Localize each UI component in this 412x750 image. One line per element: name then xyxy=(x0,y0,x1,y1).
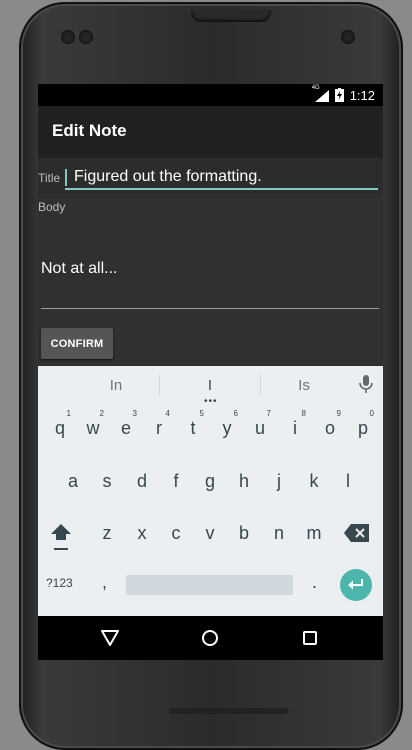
body-label: Body xyxy=(38,200,66,214)
key-u[interactable]: 7u xyxy=(245,408,275,448)
backspace-icon[interactable] xyxy=(344,522,370,544)
status-time: 1:12 xyxy=(349,87,375,103)
front-sensor xyxy=(79,30,93,44)
key-m[interactable]: m xyxy=(299,513,329,553)
mic-icon[interactable] xyxy=(356,374,376,396)
nav-bar xyxy=(38,616,383,660)
key-e[interactable]: 3e xyxy=(111,408,141,448)
key-hint: 3 xyxy=(132,409,137,418)
back-icon[interactable] xyxy=(100,628,120,648)
more-suggestions-icon: ••• xyxy=(204,396,218,407)
title-row: Title Figured out the formatting. xyxy=(38,158,383,194)
key-i[interactable]: 8i xyxy=(280,408,310,448)
status-bar: 4G 1:12 xyxy=(38,84,383,106)
body-value: Not at all... xyxy=(41,260,118,277)
key-a[interactable]: a xyxy=(58,461,88,501)
key-hint: 4 xyxy=(165,409,170,418)
enter-icon xyxy=(348,579,363,590)
key-hint: 9 xyxy=(336,409,341,418)
shift-icon[interactable] xyxy=(48,518,74,554)
edit-note-form: Title Figured out the formatting. Body N… xyxy=(38,158,383,366)
key-c[interactable]: c xyxy=(161,513,191,553)
key-s[interactable]: s xyxy=(92,461,122,501)
suggestion-item[interactable]: In xyxy=(66,366,166,404)
key-hint: 8 xyxy=(301,409,306,418)
front-camera xyxy=(341,30,355,44)
key-hint: 7 xyxy=(266,409,271,418)
key-y[interactable]: 6y xyxy=(212,408,242,448)
suggestion-item[interactable]: Is xyxy=(254,366,354,404)
key-l[interactable]: l xyxy=(333,461,363,501)
app-title: Edit Note xyxy=(52,121,127,140)
top-speaker xyxy=(191,10,271,22)
space-key[interactable] xyxy=(126,575,293,595)
key-d[interactable]: d xyxy=(127,461,157,501)
bottom-speaker xyxy=(169,708,289,714)
key-p[interactable]: 0p xyxy=(348,408,378,448)
key-hint: 6 xyxy=(233,409,238,418)
key-hint: 2 xyxy=(99,409,104,418)
key-w[interactable]: 2w xyxy=(78,408,108,448)
key-j[interactable]: j xyxy=(264,461,294,501)
suggestion-strip: In I ••• Is xyxy=(38,366,383,407)
key-hint: 5 xyxy=(199,409,204,418)
title-label: Title xyxy=(38,171,61,185)
text-cursor xyxy=(65,169,67,186)
key-o[interactable]: 9o xyxy=(315,408,345,448)
key-f[interactable]: f xyxy=(161,461,191,501)
key-b[interactable]: b xyxy=(229,513,259,553)
period-key[interactable]: . xyxy=(312,572,317,593)
comma-key[interactable]: , xyxy=(102,572,107,593)
confirm-button[interactable]: CONFIRM xyxy=(41,328,113,359)
key-r[interactable]: 4r xyxy=(144,408,174,448)
app-bar: Edit Note xyxy=(38,106,383,158)
battery-icon xyxy=(334,88,344,102)
front-sensor xyxy=(61,30,75,44)
enter-key[interactable] xyxy=(340,569,372,601)
key-h[interactable]: h xyxy=(229,461,259,501)
key-g[interactable]: g xyxy=(195,461,225,501)
key-n[interactable]: n xyxy=(264,513,294,553)
key-z[interactable]: z xyxy=(92,513,122,553)
recents-icon[interactable] xyxy=(302,630,318,646)
title-input[interactable]: Figured out the formatting. xyxy=(65,164,378,190)
key-q[interactable]: 1q xyxy=(45,408,75,448)
key-hint: 1 xyxy=(66,409,71,418)
screen: 4G 1:12 Edit Note Title Figured out the … xyxy=(38,84,383,660)
key-k[interactable]: k xyxy=(299,461,329,501)
home-icon[interactable] xyxy=(201,629,219,647)
key-hint: 0 xyxy=(369,409,374,418)
key-x[interactable]: x xyxy=(127,513,157,553)
body-input[interactable]: Not at all... xyxy=(41,248,379,309)
key-t[interactable]: 5t xyxy=(178,408,208,448)
network-type: 4G xyxy=(311,85,320,91)
signal-icon: 4G xyxy=(312,85,329,102)
key-v[interactable]: v xyxy=(195,513,225,553)
symbols-key[interactable]: ?123 xyxy=(46,576,73,590)
soft-keyboard: In I ••• Is 1q2w3e4r5t6y7u8i9o0p asdfghj… xyxy=(38,366,383,616)
title-value: Figured out the formatting. xyxy=(74,168,262,185)
